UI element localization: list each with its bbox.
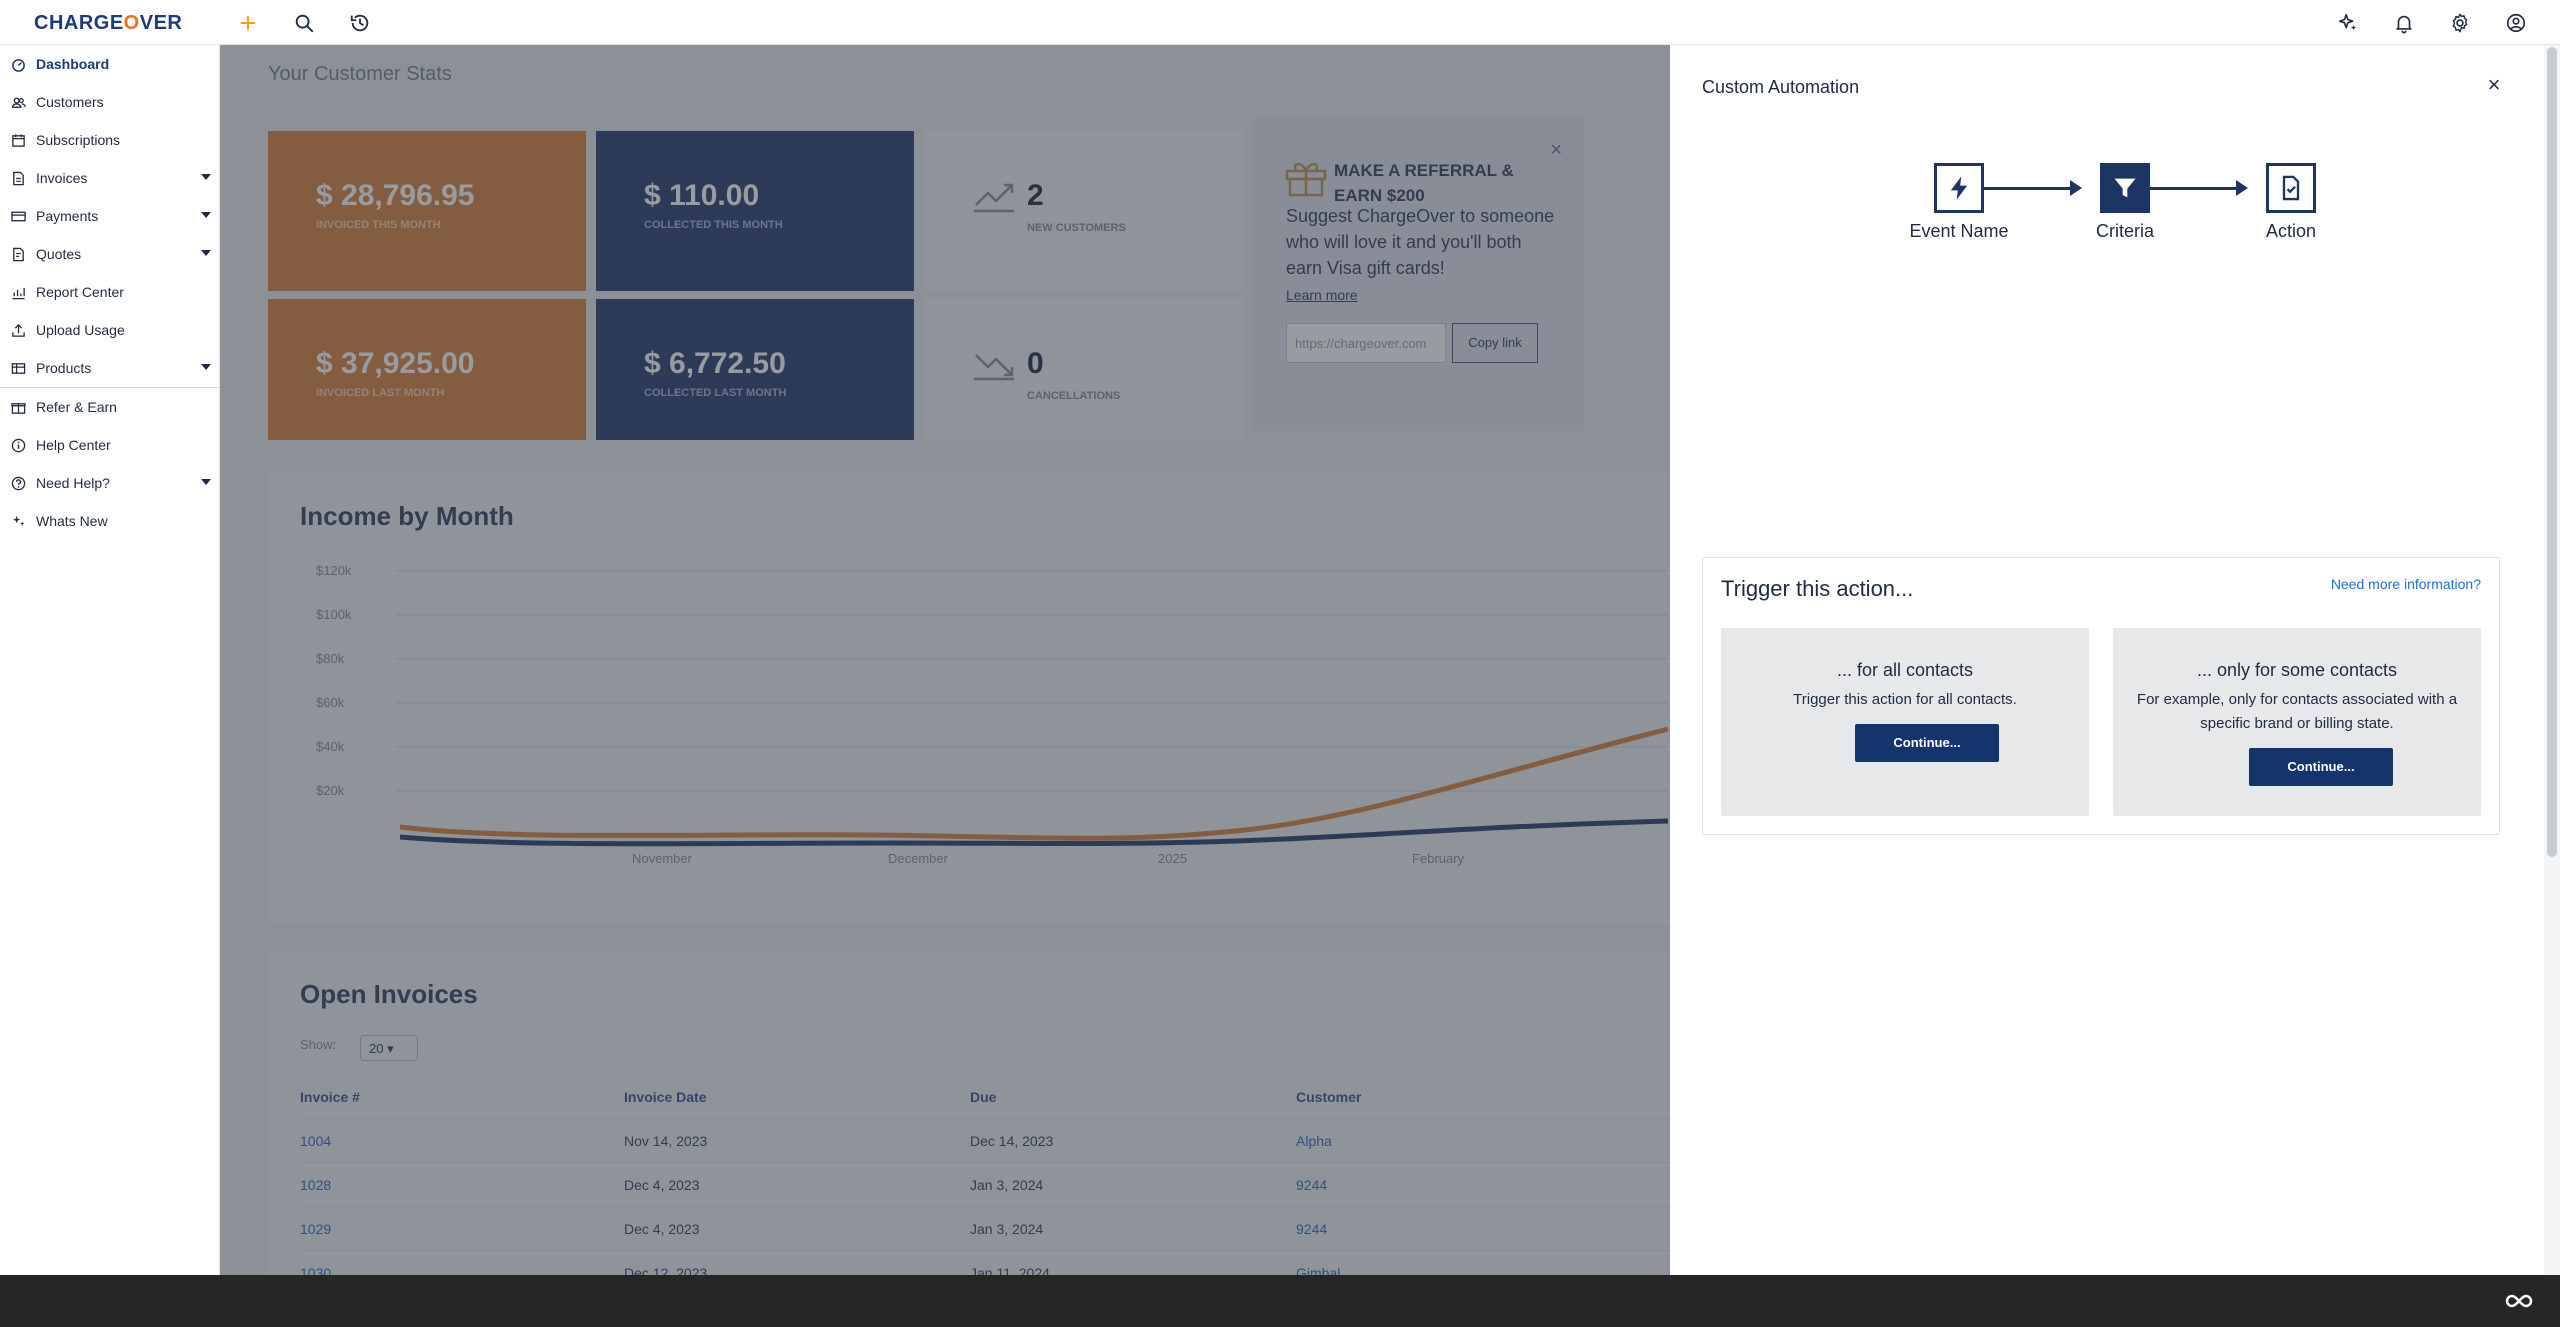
top-bar: CHARGEOVER bbox=[0, 0, 2560, 45]
sidebar-item-label: Quotes bbox=[36, 246, 82, 262]
history-icon[interactable] bbox=[346, 9, 374, 37]
sidebar-item-label: Invoices bbox=[36, 170, 88, 186]
sidebar-item-whats-new[interactable]: Whats New bbox=[0, 502, 219, 540]
flow-connector bbox=[1984, 187, 2072, 190]
custom-automation-drawer: Custom Automation × Event Name Criteria … bbox=[1670, 45, 2544, 1275]
step-action[interactable] bbox=[2266, 163, 2316, 213]
infinity-icon[interactable] bbox=[2504, 1289, 2534, 1313]
sidebar-item-label: Need Help? bbox=[36, 475, 110, 491]
chevron-down-icon[interactable] bbox=[201, 212, 211, 218]
sidebar-item-need-help[interactable]: Need Help? bbox=[0, 464, 219, 502]
option-description: Trigger this action for all contacts. bbox=[1793, 691, 2017, 708]
user-circle-icon[interactable] bbox=[2502, 9, 2530, 37]
flow-arrow bbox=[2236, 180, 2248, 196]
sidebar-item-label: Help Center bbox=[36, 437, 111, 453]
dashboard-icon bbox=[10, 56, 26, 72]
sidebar-item-label: Upload Usage bbox=[36, 322, 125, 338]
gear-icon[interactable] bbox=[2446, 9, 2474, 37]
option-some-contacts[interactable]: ... only for some contacts For example, … bbox=[2113, 628, 2481, 816]
document-check-icon bbox=[2282, 175, 2300, 201]
products-icon bbox=[10, 360, 26, 376]
quote-icon bbox=[10, 246, 26, 262]
help-icon bbox=[10, 437, 26, 453]
scrollbar[interactable] bbox=[2544, 45, 2560, 1275]
sparkle-icon[interactable] bbox=[2334, 9, 2362, 37]
sidebar-item-label: Subscriptions bbox=[36, 132, 121, 148]
flow-arrow bbox=[2070, 180, 2082, 196]
search-icon[interactable] bbox=[290, 9, 318, 37]
sidebar-item-dashboard[interactable]: Dashboard bbox=[0, 45, 219, 83]
bell-icon[interactable] bbox=[2390, 9, 2418, 37]
step-label: Action bbox=[2265, 221, 2317, 241]
trigger-title: Trigger this action... bbox=[1721, 576, 1914, 601]
sidebar-item-label: Payments bbox=[36, 208, 99, 224]
chevron-down-icon[interactable] bbox=[201, 364, 211, 370]
sidebar-item-quotes[interactable]: Quotes bbox=[0, 235, 219, 273]
continue-button[interactable]: Continue... bbox=[2249, 748, 2393, 786]
step-label: Criteria bbox=[2095, 221, 2154, 241]
continue-button[interactable]: Continue... bbox=[1855, 724, 1999, 762]
filter-icon bbox=[2114, 178, 2136, 198]
card-icon bbox=[10, 208, 26, 224]
scrollbar-thumb[interactable] bbox=[2547, 47, 2557, 857]
close-icon[interactable]: × bbox=[2480, 71, 2508, 99]
sidebar-item-label: Whats New bbox=[36, 513, 108, 529]
step-criteria[interactable] bbox=[2100, 163, 2150, 213]
chevron-down-icon[interactable] bbox=[201, 250, 211, 256]
sidebar-item-upload-usage[interactable]: Upload Usage bbox=[0, 311, 219, 349]
option-title: ... for all contacts bbox=[1836, 660, 1974, 680]
chevron-down-icon[interactable] bbox=[201, 479, 211, 485]
trigger-card: Trigger this action... Need more informa… bbox=[1702, 557, 2500, 835]
option-title: ... only for some contacts bbox=[2196, 660, 2398, 680]
users-icon bbox=[10, 94, 26, 110]
sidebar-item-label: Dashboard bbox=[36, 56, 110, 72]
invoice-icon bbox=[10, 170, 26, 186]
sidebar-item-subscriptions[interactable]: Subscriptions bbox=[0, 121, 219, 159]
sidebar-item-refer-earn[interactable]: Refer & Earn bbox=[0, 388, 219, 426]
chargeover-logo[interactable]: CHARGEOVER bbox=[34, 12, 182, 35]
option-description: For example, only for contacts associate… bbox=[2136, 691, 2458, 732]
bolt-icon bbox=[1950, 176, 1968, 200]
chevron-down-icon[interactable] bbox=[201, 174, 211, 180]
sidebar-item-products[interactable]: Products bbox=[0, 349, 219, 387]
modal-backdrop[interactable] bbox=[220, 45, 1670, 1275]
step-label: Event Name bbox=[1909, 221, 2009, 241]
flow-connector bbox=[2150, 187, 2238, 190]
bottom-bar bbox=[0, 1275, 2560, 1327]
calendar-icon bbox=[10, 132, 26, 148]
question-icon bbox=[10, 475, 26, 491]
sidebar-item-label: Refer & Earn bbox=[36, 399, 117, 415]
sidebar-item-label: Customers bbox=[36, 94, 104, 110]
plus-icon[interactable] bbox=[234, 9, 262, 37]
step-event-name[interactable] bbox=[1934, 163, 1984, 213]
sidebar-item-invoices[interactable]: Invoices bbox=[0, 159, 219, 197]
sidebar-item-label: Report Center bbox=[36, 284, 124, 300]
need-more-info-link[interactable]: Need more information? bbox=[2331, 576, 2481, 592]
sidebar-item-label: Products bbox=[36, 360, 92, 376]
refer-icon bbox=[10, 399, 26, 415]
sidebar-item-help-center[interactable]: Help Center bbox=[0, 426, 219, 464]
drawer-title: Custom Automation bbox=[1702, 77, 1860, 97]
option-all-contacts[interactable]: ... for all contacts Trigger this action… bbox=[1721, 628, 2089, 816]
upload-icon bbox=[10, 322, 26, 338]
sidebar-item-payments[interactable]: Payments bbox=[0, 197, 219, 235]
report-icon bbox=[10, 284, 26, 300]
sidebar-item-customers[interactable]: Customers bbox=[0, 83, 219, 121]
sidebar-item-report-center[interactable]: Report Center bbox=[0, 273, 219, 311]
sidebar: Dashboard Customers Subscriptions Invoic… bbox=[0, 45, 220, 1275]
sparkle-icon bbox=[10, 513, 26, 529]
